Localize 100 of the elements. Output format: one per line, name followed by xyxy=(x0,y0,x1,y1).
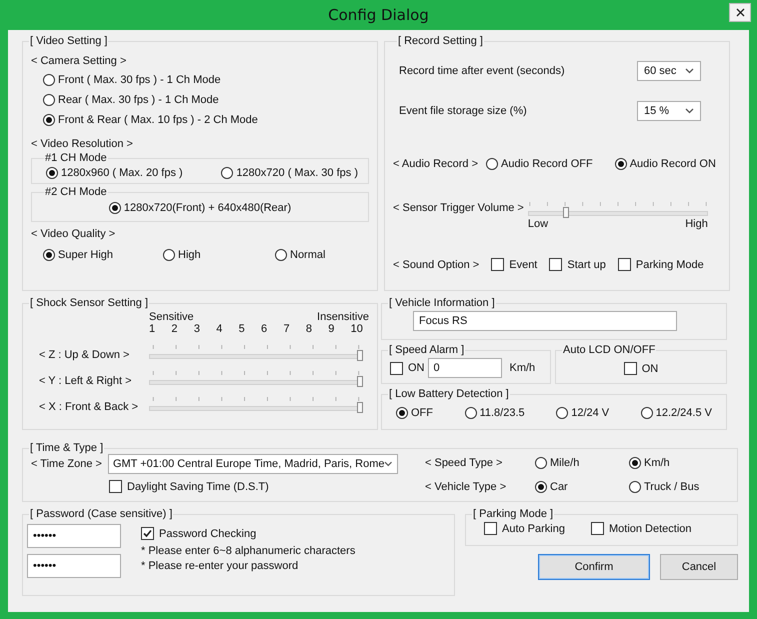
dropdown[interactable]: 60 sec xyxy=(637,61,701,81)
radio-button[interactable]: 1280x720(Front) + 640x480(Rear) xyxy=(108,199,292,216)
radio-circle[interactable] xyxy=(46,166,58,178)
group-title: Auto LCD ON/OFF xyxy=(562,344,656,356)
radio-circle[interactable] xyxy=(556,406,568,418)
password-field[interactable]: •••••• xyxy=(27,524,121,548)
section-label: < Audio Record > xyxy=(393,158,478,170)
group-title: [ Password (Case sensitive) ] xyxy=(29,508,174,520)
checkbox[interactable]: Event xyxy=(491,256,538,273)
section-label: < Sound Option > xyxy=(393,258,480,270)
dropdown[interactable]: 15 % xyxy=(637,101,701,121)
radio-circle[interactable] xyxy=(535,481,547,493)
radio-circle[interactable] xyxy=(640,406,653,418)
slider-thumb[interactable] xyxy=(562,207,569,218)
field-label: < Vehicle Type > xyxy=(425,481,508,493)
slider[interactable] xyxy=(149,397,363,413)
scale-number: 5 xyxy=(238,323,245,335)
chevron-down-icon xyxy=(685,68,694,74)
slider[interactable] xyxy=(528,202,708,218)
radio-button[interactable]: 12.2/24.5 V xyxy=(640,404,712,421)
radio-button[interactable]: Audio Record ON xyxy=(614,155,716,172)
scale-number: 1 xyxy=(149,323,156,335)
group-title: [ Parking Mode ] xyxy=(472,508,554,520)
scale-number: 10 xyxy=(350,323,363,335)
scale-number: 9 xyxy=(328,323,334,335)
checkbox[interactable]: Auto Parking xyxy=(484,520,565,537)
checkbox-square[interactable] xyxy=(390,362,403,374)
radio-button[interactable]: Car xyxy=(535,478,629,496)
scale-label: Sensitive xyxy=(149,311,194,323)
scale-number: 8 xyxy=(306,323,312,335)
slider-label: < Y : Left & Right > xyxy=(38,375,133,387)
radio-button[interactable]: Mile/h xyxy=(535,454,629,472)
radio-button[interactable]: 1280x720 ( Max. 30 fps ) xyxy=(221,164,358,181)
radio-button[interactable]: OFF xyxy=(396,404,433,421)
radio-circle[interactable] xyxy=(43,94,55,106)
checkbox-square[interactable] xyxy=(549,258,562,271)
radio-circle[interactable] xyxy=(221,166,234,178)
cancel-button[interactable]: Cancel xyxy=(660,554,738,580)
hint-text: * Please enter 6~8 alphanumeric characters xyxy=(141,545,356,557)
checkbox[interactable]: Start up xyxy=(549,256,606,273)
radio-circle[interactable] xyxy=(108,202,121,214)
checkbox[interactable]: ON xyxy=(624,360,658,377)
slider-thumb[interactable] xyxy=(357,376,363,387)
slider[interactable] xyxy=(149,345,363,361)
field-label: < Time Zone > xyxy=(31,458,102,470)
checkbox-square[interactable] xyxy=(141,527,154,540)
slider[interactable] xyxy=(149,371,363,387)
vehicle-name-field[interactable]: Focus RS xyxy=(413,311,677,331)
slider-label: < X : Front & Back > xyxy=(38,401,140,413)
scale-number: 4 xyxy=(216,323,222,335)
group-title: [ Time & Type ] xyxy=(29,442,104,454)
checkbox-square[interactable] xyxy=(491,258,504,271)
checkbox[interactable]: Daylight Saving Time (D.S.T) xyxy=(109,478,269,495)
checkbox-square[interactable] xyxy=(484,522,497,535)
password-field[interactable]: •••••• xyxy=(27,554,121,578)
radio-circle[interactable] xyxy=(535,457,547,469)
section-label: < Camera Setting > xyxy=(31,55,128,67)
radio-button[interactable]: Front ( Max. 30 fps ) - 1 Ch Mode xyxy=(43,71,369,88)
radio-button[interactable]: Normal xyxy=(275,246,369,263)
speed-field[interactable]: 0 xyxy=(428,358,502,378)
dropdown[interactable]: GMT +01:00 Central Europe Time, Madrid, Paris, Rome xyxy=(108,454,398,474)
radio-button[interactable]: Super High xyxy=(43,246,163,263)
close-button[interactable] xyxy=(729,3,751,22)
radio-circle[interactable] xyxy=(43,74,55,86)
radio-circle[interactable] xyxy=(629,457,641,469)
checkbox[interactable]: Parking Mode xyxy=(618,256,704,273)
group-title: #1 CH Mode xyxy=(44,152,108,164)
radio-button[interactable]: 11.8/23.5 xyxy=(464,404,525,421)
checkbox[interactable]: ON xyxy=(390,360,424,376)
radio-circle[interactable] xyxy=(464,406,477,418)
checkbox-square[interactable] xyxy=(109,480,122,493)
radio-circle[interactable] xyxy=(275,248,287,260)
checkbox-square[interactable] xyxy=(590,522,604,535)
radio-button[interactable]: Truck / Bus xyxy=(629,478,719,496)
radio-button[interactable]: 12/24 V xyxy=(556,404,610,421)
radio-circle[interactable] xyxy=(163,248,175,260)
checkbox[interactable]: Password Checking xyxy=(141,525,356,542)
radio-button[interactable]: Km/h xyxy=(629,454,719,472)
radio-button[interactable]: 1280x960 ( Max. 20 fps ) xyxy=(46,164,183,181)
checkbox[interactable]: Motion Detection xyxy=(590,520,692,537)
chevron-down-icon xyxy=(384,461,393,467)
radio-circle[interactable] xyxy=(614,158,627,170)
radio-circle[interactable] xyxy=(486,158,498,170)
radio-button[interactable]: Rear ( Max. 30 fps ) - 1 Ch Mode xyxy=(43,91,369,108)
radio-circle[interactable] xyxy=(629,481,641,493)
section-label: < Sensor Trigger Volume > xyxy=(393,202,524,214)
radio-circle[interactable] xyxy=(43,114,55,126)
group-title: [ Record Setting ] xyxy=(397,35,484,47)
radio-button[interactable]: Front & Rear ( Max. 10 fps ) - 2 Ch Mode xyxy=(43,111,369,128)
slider-thumb[interactable] xyxy=(357,402,363,413)
radio-circle[interactable] xyxy=(396,406,408,418)
scale-number: 6 xyxy=(261,323,268,335)
slider-thumb[interactable] xyxy=(357,350,363,361)
radio-button[interactable]: High xyxy=(163,246,275,263)
radio-button[interactable]: Audio Record OFF xyxy=(486,155,593,172)
radio-circle[interactable] xyxy=(43,248,55,260)
scale-number: 2 xyxy=(171,323,178,335)
checkbox-square[interactable] xyxy=(624,362,637,375)
checkbox-square[interactable] xyxy=(618,258,631,271)
confirm-button[interactable]: Confirm xyxy=(538,554,650,580)
